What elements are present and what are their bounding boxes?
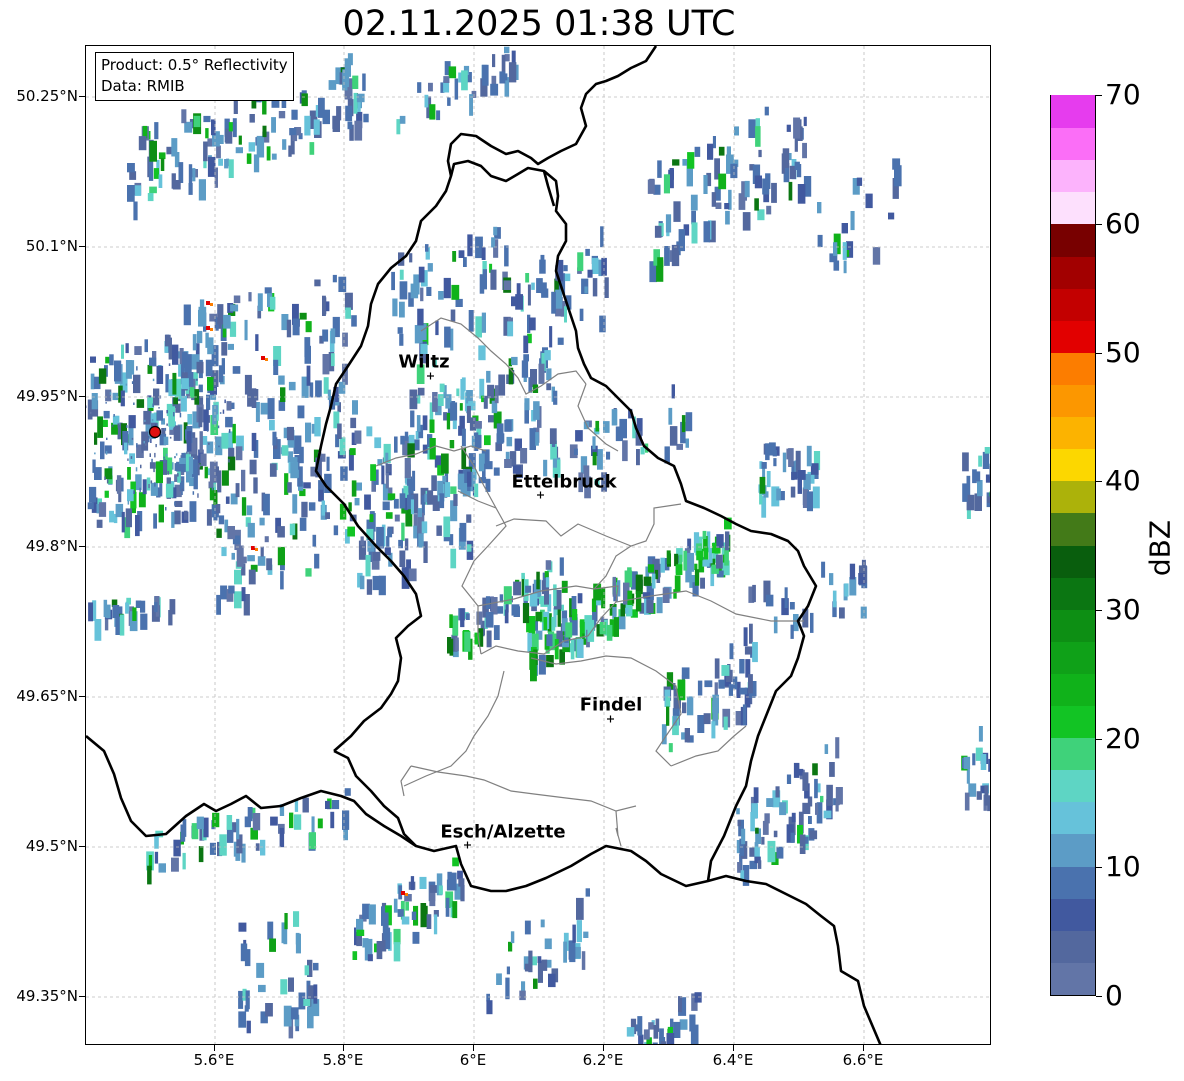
colorbar [1050, 95, 1096, 996]
colorbar-segment [1051, 512, 1095, 546]
colorbar-segment [1051, 641, 1095, 674]
colorbar-segment [1051, 609, 1095, 642]
colorbar-segment [1051, 384, 1095, 418]
colorbar-tick-mark [1096, 353, 1102, 354]
colorbar-tick-label: 10 [1105, 850, 1141, 883]
colorbar-segment [1051, 95, 1095, 129]
lon-tick-label: 5.6°E [193, 1051, 235, 1069]
city-label-findel: Findel [579, 694, 643, 716]
colorbar-tick-mark [1096, 867, 1102, 868]
lat-tick-mark [79, 546, 85, 547]
colorbar-segment [1051, 288, 1095, 321]
radar-site [148, 425, 162, 439]
colorbar-segment [1051, 255, 1095, 289]
lat-tick-label: 50.1°N [25, 237, 78, 255]
colorbar-unit-label: dBZ [1143, 519, 1177, 577]
lat-tick-label: 49.95°N [16, 387, 78, 405]
colorbar-tick-label: 30 [1105, 593, 1141, 626]
colorbar-segment [1051, 898, 1095, 931]
colorbar-tick-label: 50 [1105, 336, 1141, 369]
lat-tick-label: 49.8°N [25, 537, 78, 555]
gridlines [86, 46, 990, 1044]
map-title: 02.11.2025 01:38 UTC [342, 4, 736, 44]
colorbar-tick-mark [1096, 610, 1102, 611]
colorbar-segment [1051, 962, 1095, 995]
lat-tick-mark [79, 846, 85, 847]
colorbar-segment [1051, 416, 1095, 450]
colorbar-tick-label: 70 [1105, 78, 1141, 111]
colorbar-segment [1051, 833, 1095, 867]
radar-map[interactable] [85, 45, 991, 1045]
city-label-ettelbruck: Ettelbruck [511, 471, 617, 493]
radar-map-canvas[interactable] [86, 46, 991, 1045]
lat-tick-mark [79, 396, 85, 397]
colorbar-segment [1051, 737, 1095, 771]
lat-tick-label: 49.35°N [16, 987, 78, 1005]
colorbar-tick-mark [1096, 95, 1102, 96]
lat-tick-mark [79, 996, 85, 997]
colorbar-segment [1051, 673, 1095, 707]
colorbar-tick-label: 60 [1105, 207, 1141, 240]
colorbar-segment [1051, 320, 1095, 353]
lon-tick-label: 6°E [459, 1051, 487, 1069]
colorbar-tick-label: 0 [1105, 979, 1123, 1012]
reflectivity-echoes [86, 46, 990, 1044]
colorbar-tick-mark [1096, 739, 1102, 740]
colorbar-segment [1051, 448, 1095, 482]
colorbar-segment [1051, 769, 1095, 803]
lat-tick-mark [79, 96, 85, 97]
city-label-wiltz: Wiltz [398, 351, 450, 373]
colorbar-segment [1051, 480, 1095, 514]
city-label-esch-alzette: Esch/Alzette [440, 821, 566, 843]
colorbar-segment [1051, 191, 1095, 225]
colorbar-segment [1051, 801, 1095, 835]
lon-tick-label: 6.4°E [712, 1051, 754, 1069]
lat-tick-label: 49.5°N [25, 837, 78, 855]
lat-tick-mark [79, 696, 85, 697]
lon-tick-label: 6.2°E [582, 1051, 624, 1069]
colorbar-segment [1051, 159, 1095, 193]
colorbar-tick-label: 40 [1105, 464, 1141, 497]
data-source-label: Data: RMIB [101, 77, 185, 95]
colorbar-tick-label: 20 [1105, 722, 1141, 755]
colorbar-segment [1051, 352, 1095, 385]
product-label: Product: 0.5° Reflectivity [101, 56, 288, 74]
colorbar-tick-mark [1096, 996, 1102, 997]
lat-tick-label: 50.25°N [16, 87, 78, 105]
product-info-box: Product: 0.5° Reflectivity Data: RMIB [95, 52, 294, 101]
colorbar-tick-mark [1096, 481, 1102, 482]
colorbar-segment [1051, 865, 1095, 899]
lon-tick-label: 5.8°E [322, 1051, 364, 1069]
lat-tick-label: 49.65°N [16, 687, 78, 705]
colorbar-segment [1051, 127, 1095, 161]
colorbar-segment [1051, 930, 1095, 963]
colorbar-segment [1051, 577, 1095, 610]
colorbar-segment [1051, 705, 1095, 739]
lon-tick-label: 6.6°E [842, 1051, 884, 1069]
lat-tick-mark [79, 246, 85, 247]
colorbar-tick-mark [1096, 224, 1102, 225]
colorbar-segment [1051, 544, 1095, 578]
colorbar-segment [1051, 223, 1095, 257]
